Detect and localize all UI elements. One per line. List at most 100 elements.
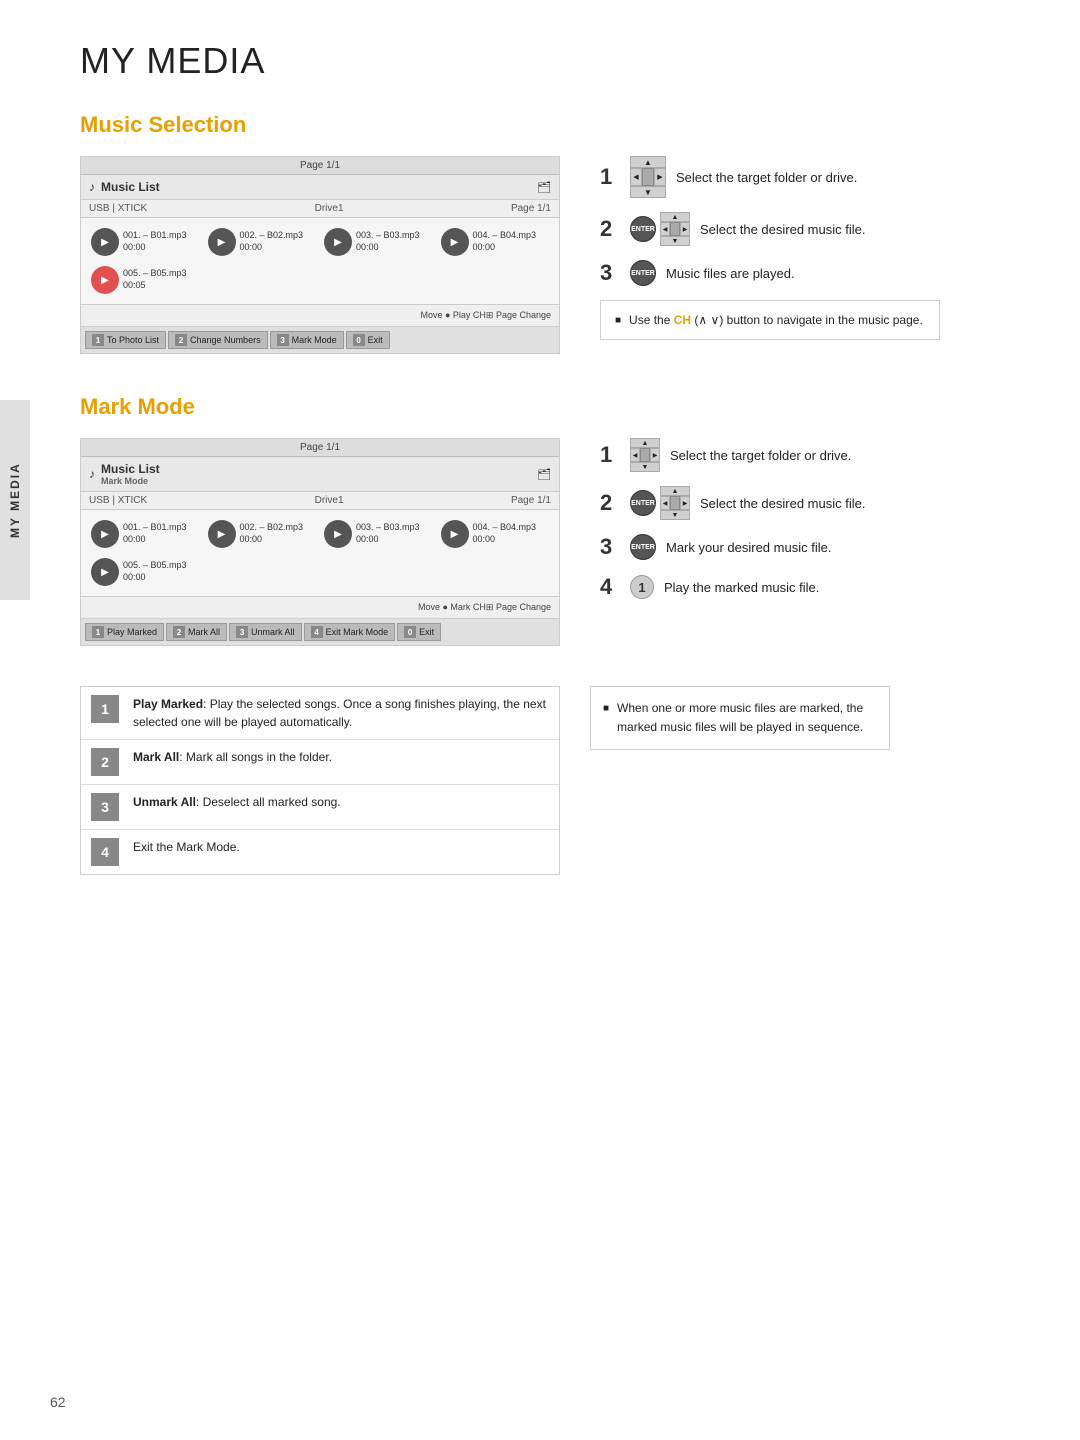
arrow-up-m: ▲: [630, 438, 660, 448]
music-grid-row2: ▶ 005. – B05.mp3 00:05: [81, 266, 559, 304]
step-3-number: 3: [600, 260, 620, 286]
num1-btn: 1: [630, 575, 654, 599]
panel-subheader: USB | XTICK Drive1 Page 1/1: [81, 200, 559, 218]
footer-btn-3[interactable]: 3 Mark Mode: [270, 331, 344, 349]
footer-btn-1[interactable]: 1 To Photo List: [85, 331, 166, 349]
arrow-left-btn: ◀: [630, 168, 642, 186]
key-desc-3: Unmark All: Deselect all marked song.: [133, 793, 341, 811]
music-item-icon: ▶: [208, 520, 236, 548]
list-item[interactable]: ▶ 004. – B04.mp3 00:00: [441, 228, 550, 256]
footer-btn-exit-mark[interactable]: 4 Exit Mark Mode: [304, 623, 396, 641]
step-3-text: Music files are played.: [666, 266, 795, 281]
source-label: USB | XTICK: [89, 203, 147, 214]
music-item-info: 001. – B01.mp3 00:00: [123, 230, 187, 253]
key-num-3: 3: [91, 793, 119, 821]
music-item-info: 003. – B03.mp3 00:00: [356, 230, 420, 253]
key-desc-1: Play Marked: Play the selected songs. On…: [133, 695, 549, 731]
panel-controls-mark: Move ● Mark CH⊞ Page Change: [81, 596, 559, 618]
mark-step-2-row: 2 ENTER ▲ ◀ ▶ ▼ Select: [600, 486, 940, 520]
arrow-right-m: ▶: [650, 448, 660, 462]
mark-step-3-text: Mark your desired music file.: [666, 540, 831, 555]
list-item[interactable]: ▶ 005. – B05.mp3 00:05: [91, 266, 549, 294]
arrow-down-btn: ▼: [630, 186, 666, 198]
music-item-icon: ▶: [91, 558, 119, 586]
key-num-2: 2: [91, 748, 119, 776]
folder-icon: 🗂: [537, 181, 551, 194]
mark-mode-panel: Page 1/1 ♪ Music List Mark Mode 🗂 USB | …: [80, 438, 560, 646]
footer-btn-mark-all[interactable]: 2 Mark All: [166, 623, 227, 641]
footer-btn-0[interactable]: 0 Exit: [346, 331, 390, 349]
drive-label: Drive1: [315, 203, 344, 214]
footer-btn-play-marked[interactable]: 1 Play Marked: [85, 623, 164, 641]
mark-music-grid-row2: ▶ 005. – B05.mp3 00:00: [81, 558, 559, 596]
list-item[interactable]: ▶ 003. – B03.mp3 00:00: [324, 520, 433, 548]
list-item[interactable]: ▶ 001. – B01.mp3 00:00: [91, 520, 200, 548]
panel-header-mark: ♪ Music List Mark Mode 🗂: [81, 457, 559, 492]
mark-mode-sublabel: Mark Mode: [101, 476, 160, 486]
music-list-panel: Page 1/1 ♪ Music List 🗂 USB | XTICK Driv…: [80, 156, 560, 354]
mark-step-1-text: Select the target folder or drive.: [670, 448, 851, 463]
arrow-up-btn: ▲: [630, 156, 666, 168]
mark-step-1-num: 1: [600, 442, 620, 468]
bottom-row: 1 Play Marked: Play the selected songs. …: [80, 666, 1040, 875]
music-note-icon-mark: ♪: [89, 467, 95, 481]
dpad-cluster-m1: ▲ ◀ ▶ ▼: [630, 438, 660, 472]
panel-controls: Move ● Play CH⊞ Page Change: [81, 304, 559, 326]
music-item-info: 002. – B02.mp3 00:00: [240, 230, 304, 253]
mark-step-4-num: 4: [600, 574, 620, 600]
list-item[interactable]: ▶ 004. – B04.mp3 00:00: [441, 520, 550, 548]
step-1-number: 1: [600, 164, 620, 190]
mark-step-4-row: 4 1 Play the marked music file.: [600, 574, 940, 600]
music-item-info: 001. – B01.mp3 00:00: [123, 522, 187, 545]
step-2-text: Select the desired music file.: [700, 222, 865, 237]
arrow-right-btn: ▶: [680, 222, 690, 236]
folder-icon-mark: 🗂: [537, 468, 551, 481]
footer-btn-exit-mark-0[interactable]: 0 Exit: [397, 623, 441, 641]
arrow-right-btn: ▶: [654, 168, 666, 186]
mark-step-1-row: 1 ▲ ◀ ▶ ▼ Select the target folder or dr…: [600, 438, 940, 472]
music-item-icon: ▶: [91, 520, 119, 548]
panel-footer-mark: 1 Play Marked 2 Mark All 3 Unmark All 4 …: [81, 618, 559, 645]
key-desc-2: Mark All: Mark all songs in the folder.: [133, 748, 332, 766]
mark-step-2-controls: ENTER ▲ ◀ ▶ ▼: [630, 486, 690, 520]
arrow-down-m: ▼: [630, 462, 660, 472]
list-item[interactable]: ▶ 002. – B02.mp3 00:00: [208, 520, 317, 548]
footer-btn-2[interactable]: 2 Change Numbers: [168, 331, 268, 349]
dpad-cluster-m2: ▲ ◀ ▶ ▼: [660, 486, 690, 520]
list-item[interactable]: ▶ 001. – B01.mp3 00:00: [91, 228, 200, 256]
music-grid: ▶ 001. – B01.mp3 00:00 ▶ 002. – B02.mp3: [81, 218, 559, 266]
step-2-row: 2 ENTER ▲ ◀ ▶ ▼ Select: [600, 212, 940, 246]
step-1-row: 1 ▲ ◀ ▶ ▼ Select the target folder or dr…: [600, 156, 940, 198]
table-row: 4 Exit the Mark Mode.: [81, 830, 559, 874]
page-title: MY MEDIA: [80, 40, 1040, 82]
instructions-panel: 1 ▲ ◀ ▶ ▼ Select the target folder or dr…: [600, 156, 940, 340]
key-num-1: 1: [91, 695, 119, 723]
page-number: 62: [50, 1394, 66, 1410]
panel-top-bar: Page 1/1: [81, 157, 559, 175]
note-box: Use the CH (∧ ∨) button to navigate in t…: [600, 300, 940, 340]
music-item-info: 004. – B04.mp3 00:00: [473, 230, 537, 253]
panel-footer: 1 To Photo List 2 Change Numbers 3 Mark …: [81, 326, 559, 353]
music-item-icon: ▶: [91, 228, 119, 256]
dpad-center-m: [640, 448, 650, 462]
music-selection-title: Music Selection: [80, 112, 1040, 138]
mark-mode-instructions: 1 ▲ ◀ ▶ ▼ Select the target folder or dr…: [600, 438, 940, 614]
step-2-number: 2: [600, 216, 620, 242]
table-row: 2 Mark All: Mark all songs in the folder…: [81, 740, 559, 785]
panel-subheader-mark: USB | XTICK Drive1 Page 1/1: [81, 492, 559, 510]
music-selection-section: Music Selection Page 1/1 ♪ Music List 🗂 …: [80, 112, 1040, 354]
key-table: 1 Play Marked: Play the selected songs. …: [80, 686, 560, 875]
music-item-icon: ▶: [441, 228, 469, 256]
mark-music-grid: ▶ 001. – B01.mp3 00:00 ▶ 002. – B02.mp3: [81, 510, 559, 558]
list-item[interactable]: ▶ 005. – B05.mp3 00:00: [91, 558, 549, 586]
mark-step-4-text: Play the marked music file.: [664, 580, 819, 595]
enter-btn: ENTER: [630, 216, 656, 242]
dpad-center: [642, 168, 654, 186]
enter-btn-m2: ENTER: [630, 490, 656, 516]
list-item[interactable]: ▶ 002. – B02.mp3 00:00: [208, 228, 317, 256]
mark-step-3-num: 3: [600, 534, 620, 560]
music-item-info: 004. – B04.mp3 00:00: [473, 522, 537, 545]
list-item[interactable]: ▶ 003. – B03.mp3 00:00: [324, 228, 433, 256]
footer-btn-unmark-all[interactable]: 3 Unmark All: [229, 623, 302, 641]
music-item-icon: ▶: [324, 228, 352, 256]
